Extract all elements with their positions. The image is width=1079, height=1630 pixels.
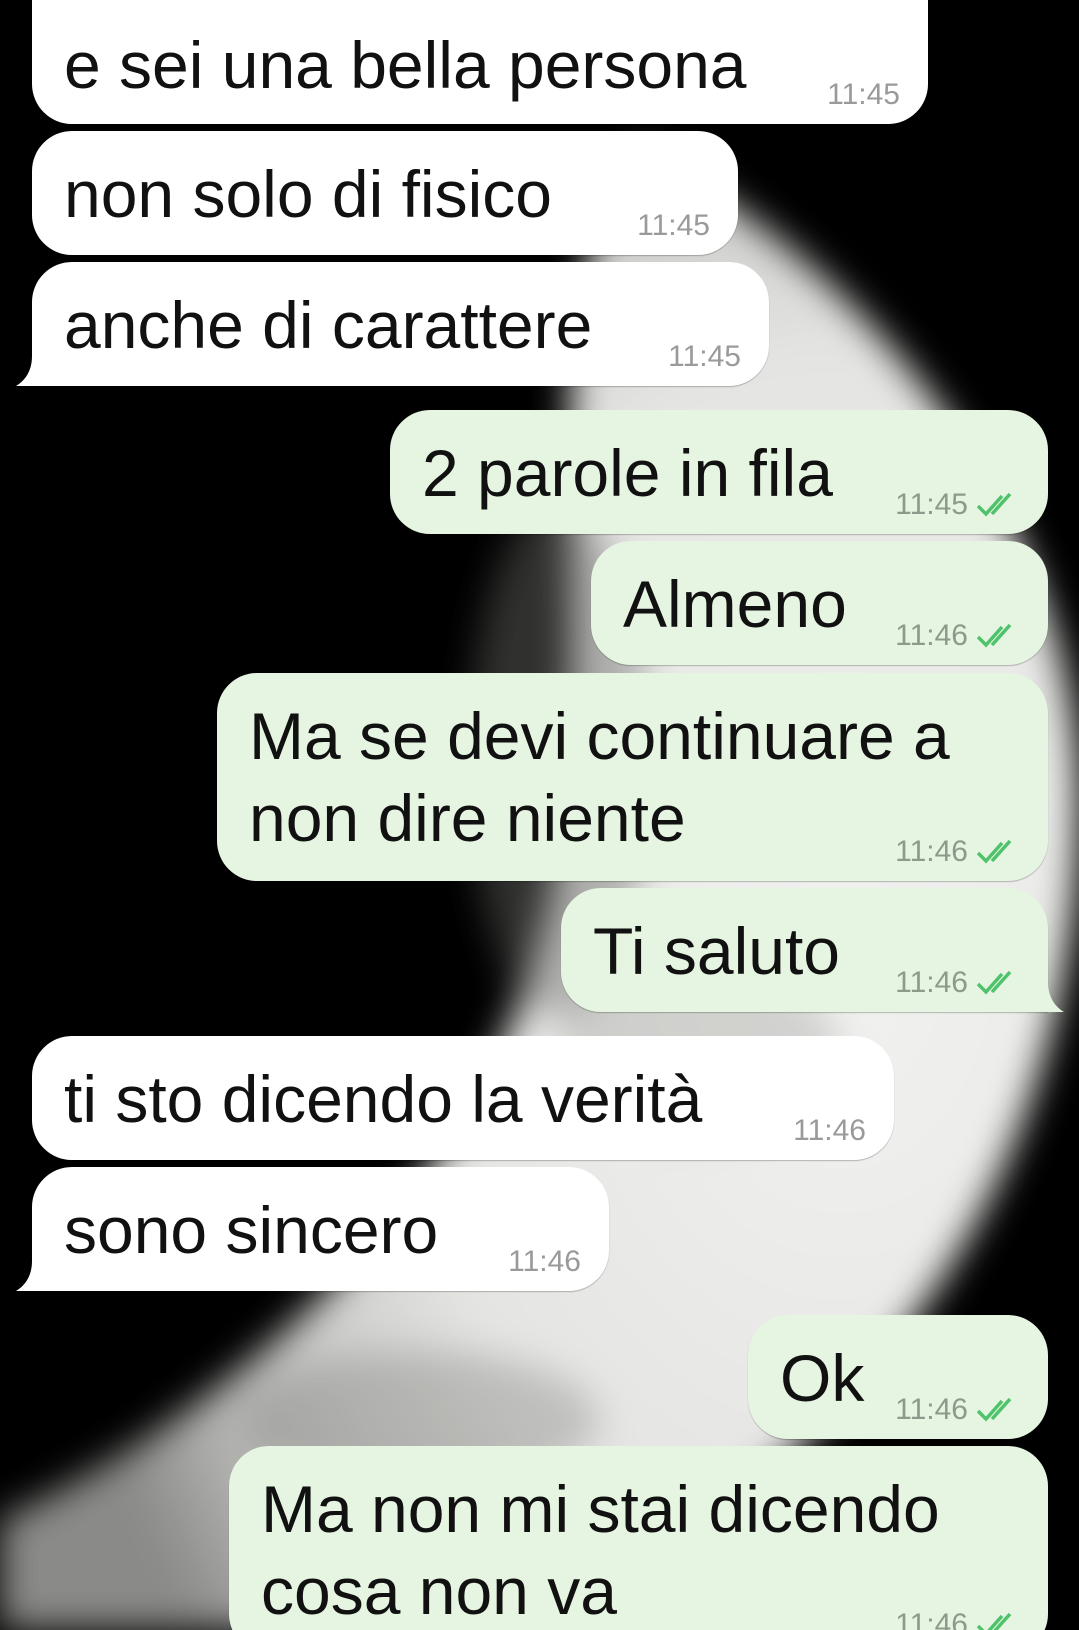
message-time: 11:46 [508,1245,581,1278]
message-meta: 11:46 [508,1247,581,1277]
message-bubble-incoming[interactable]: non solo di fisico 11:45 [32,131,738,255]
message-meta: 11:46 [895,1610,1020,1630]
double-check-icon [976,1612,1012,1630]
message-text: anche di carattere [64,288,593,362]
bubble-tail [1048,982,1064,1012]
message-time: 11:46 [793,1114,866,1147]
message-time: 11:45 [637,209,710,242]
message-meta: 11:45 [668,342,741,372]
message-text-line-1: Ma non mi stai dicendo [261,1472,940,1546]
message-text: non solo di fisico [64,157,552,231]
message-bubble-outgoing[interactable]: Almeno 11:46 [591,541,1048,665]
message-time: 11:46 [895,1608,968,1630]
message-meta: 11:45 [637,211,710,241]
message-time: 11:46 [895,966,968,999]
message-bubble-outgoing[interactable]: Ma non mi stai dicendo cosa non va 11:46 [229,1446,1048,1630]
bubble-tail [16,1261,32,1291]
message-bubble-incoming[interactable]: sono sincero 11:46 [32,1167,609,1291]
message-time: 11:46 [895,835,968,868]
double-check-icon [976,623,1012,648]
message-meta: 11:46 [793,1116,866,1146]
message-bubble-outgoing[interactable]: Ma se devi continuare a non dire niente … [217,673,1048,881]
message-text: e sei una bella persona [64,28,747,102]
message-meta: 11:46 [895,968,1020,998]
message-bubble-outgoing[interactable]: Ok 11:46 [748,1315,1048,1439]
message-bubble-outgoing[interactable]: 2 parole in fila 11:45 [390,410,1048,534]
message-time: 11:45 [827,78,900,111]
message-text-line-1: Ma se devi continuare a [249,699,950,773]
message-meta: 11:45 [895,490,1020,520]
message-meta: 11:45 [827,80,900,110]
double-check-icon [976,839,1012,864]
message-meta: 11:46 [895,621,1020,651]
message-time: 11:45 [895,488,968,521]
double-check-icon [976,492,1012,517]
message-bubble-outgoing[interactable]: Ti saluto 11:46 [561,888,1048,1012]
double-check-icon [976,970,1012,995]
message-bubble-incoming[interactable]: ti sto dicendo la verità 11:46 [32,1036,894,1160]
message-time: 11:46 [895,619,968,652]
message-bubble-incoming[interactable]: anche di carattere 11:45 [32,262,769,386]
message-text: sono sincero [64,1193,439,1267]
double-check-icon [976,1397,1012,1422]
message-time: 11:45 [668,340,741,373]
message-bubble-incoming[interactable]: e sei una bella persona 11:45 [32,0,928,124]
message-time: 11:46 [895,1393,968,1426]
message-meta: 11:46 [895,837,1020,867]
bubble-tail [16,356,32,386]
message-meta: 11:46 [895,1395,1020,1425]
message-text: ti sto dicendo la verità [64,1062,703,1136]
